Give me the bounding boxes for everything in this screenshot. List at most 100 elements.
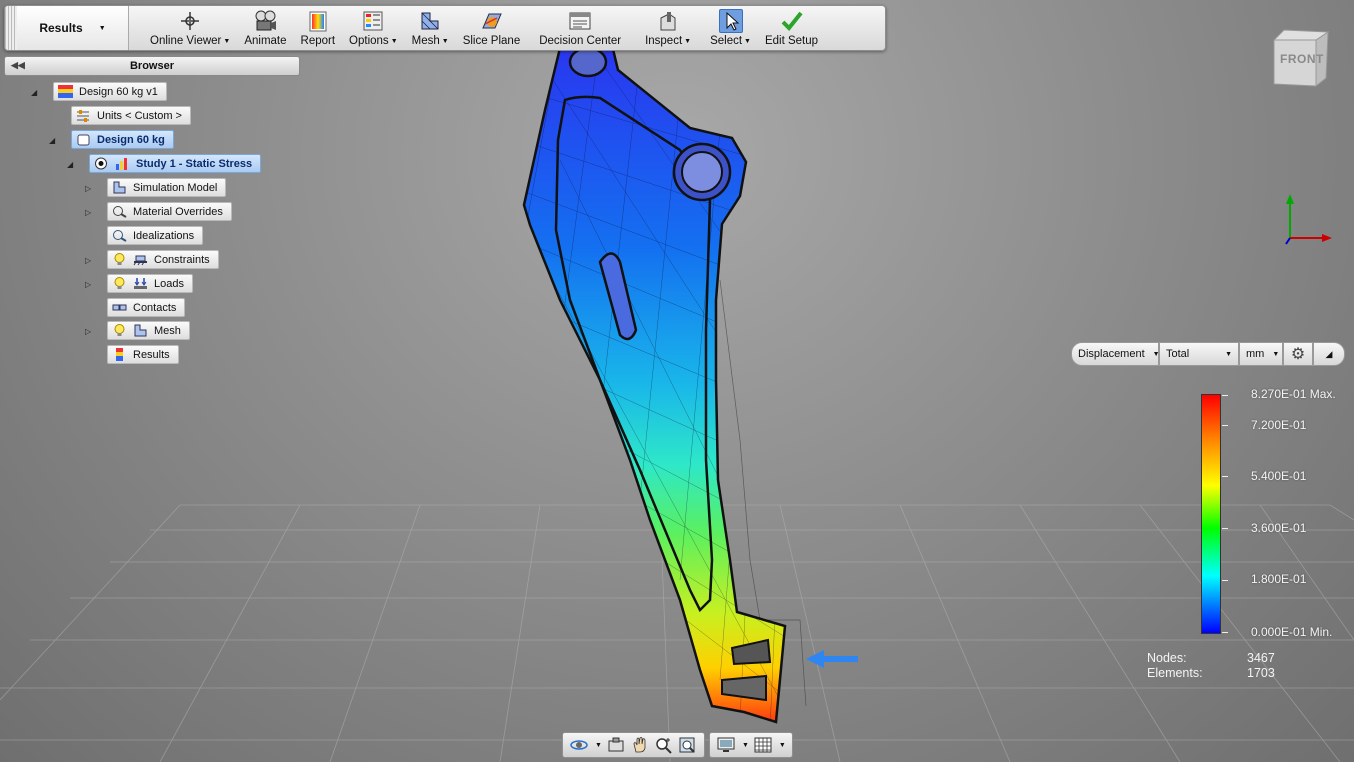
mesh-button[interactable]: Mesh ▼ [405,6,456,50]
lightbulb-icon[interactable] [112,324,127,337]
tree-node-component[interactable]: Design 60 kg [71,130,174,149]
slice-plane-button[interactable]: Slice Plane [456,6,528,50]
results-colorbar-icon [58,85,73,98]
chevron-down-icon: ▼ [1225,350,1232,358]
tree-node-units[interactable]: Units < Custom > [71,106,191,125]
collapse-toggle[interactable]: ◢ [31,88,37,97]
tree-node-mesh[interactable]: Mesh [107,321,190,340]
look-at-icon[interactable] [606,736,626,754]
ribbon-toolbar: Results ▼ Online Viewer ▼ Animate Report … [4,5,886,51]
animate-icon [253,9,277,33]
legend-tick-label: 7.200E-01 [1251,418,1307,432]
chevron-down-icon[interactable]: ▼ [779,742,786,749]
inspect-button[interactable]: Inspect ▼ [633,6,703,50]
collapse-toggle[interactable]: ◢ [49,136,55,145]
legend-color-bar [1201,394,1221,634]
elements-value: 1703 [1247,666,1275,680]
component-box-icon [76,133,91,146]
options-icon [361,9,385,33]
contacts-icon [112,301,127,314]
decision-center-button[interactable]: Decision Center [527,6,633,50]
browser-header[interactable]: ◀◀ Browser [4,56,300,76]
online-viewer-icon [178,9,202,33]
results-colorbar-icon [112,348,127,361]
lightbulb-icon[interactable] [112,253,127,266]
report-button[interactable]: Report [294,6,343,50]
nodes-label: Nodes: [1147,651,1187,665]
tree-node-material-overrides[interactable]: Material Overrides [107,202,232,221]
browser-title: Browser [129,60,175,72]
workspace-menu[interactable]: Results ▼ [17,6,129,50]
expand-toggle[interactable]: ▷ [85,280,91,289]
units-icon [76,109,91,122]
viewcube[interactable]: FRONT [1268,28,1332,88]
decision-center-icon [568,9,592,33]
tree-node-constraints[interactable]: Constraints [107,250,219,269]
legend-tick-label: 5.400E-01 [1251,469,1307,483]
collapse-toggle[interactable]: ◢ [67,160,73,169]
tree-node-design[interactable]: Design 60 kg v1 [53,82,167,101]
animate-button[interactable]: Animate [237,6,293,50]
viewcube-face-label: FRONT [1280,52,1324,66]
active-radio-icon[interactable] [94,157,109,170]
tree-node-results[interactable]: Results [107,345,179,364]
legend-collapse-button[interactable]: ◢ [1313,342,1345,366]
online-viewer-button[interactable]: Online Viewer ▼ [143,6,237,50]
zoom-icon[interactable] [654,736,674,754]
constraints-icon [133,253,148,266]
mesh-statistics: Nodes: 3467 Elements: 1703 [1147,651,1275,681]
load-arrow [806,650,858,668]
tree-node-simulation-model[interactable]: Simulation Model [107,178,227,197]
legend-max-label: 8.270E-01 Max. [1251,387,1336,401]
select-cursor-icon [718,9,743,33]
mesh-icon [418,9,442,33]
loads-icon [133,277,148,290]
grid-icon[interactable] [753,736,773,754]
model-viewport[interactable] [0,0,1354,762]
legend-settings-button[interactable]: ⚙ [1283,342,1313,366]
pan-hand-icon[interactable] [630,736,650,754]
expand-toggle[interactable]: ▷ [85,184,91,193]
checkmark-icon [780,9,804,33]
edit-setup-button[interactable]: Edit Setup [758,6,825,50]
ribbon-grip[interactable] [5,6,17,50]
expand-toggle[interactable]: ▷ [85,256,91,265]
result-component-dropdown[interactable]: Total ▼ [1159,342,1239,366]
legend-tick-label: 1.800E-01 [1251,572,1307,586]
legend-toolbar: Displacement ▼ Total ▼ mm ▼ ⚙ ◢ [1071,342,1345,366]
navigation-bar: ▼ ▼ ▼ [562,732,793,758]
lightbulb-icon[interactable] [112,277,127,290]
workspace-label: Results [39,21,83,35]
select-button[interactable]: Select ▼ [703,6,758,50]
idealizations-icon [112,229,127,242]
slice-plane-icon [479,9,503,33]
expand-toggle[interactable]: ▷ [85,208,91,217]
navigation-tools-group: ▼ [562,732,705,758]
legend-min-label: 0.000E-01 Min. [1251,625,1333,639]
gear-icon: ⚙ [1290,346,1306,363]
tree-node-idealizations[interactable]: Idealizations [107,226,204,245]
chevron-down-icon[interactable]: ▼ [742,742,749,749]
inspect-icon [656,9,680,33]
expand-toggle[interactable]: ▷ [85,327,91,336]
display-settings-icon[interactable] [716,736,736,754]
collapse-corner-icon: ◢ [1325,348,1333,359]
material-overrides-icon [112,205,127,218]
orbit-icon[interactable] [569,736,589,754]
chevron-down-icon: ▼ [1272,350,1280,358]
tree-node-study[interactable]: Study 1 - Static Stress [89,154,262,173]
result-type-dropdown[interactable]: Displacement ▼ [1071,342,1160,366]
legend-tick-label: 3.600E-01 [1251,521,1307,535]
chevron-down-icon[interactable]: ▼ [595,742,602,749]
zoom-window-icon[interactable] [678,736,698,754]
tree-node-contacts[interactable]: Contacts [107,298,186,317]
nodes-value: 3467 [1247,651,1275,665]
display-settings-group: ▼ ▼ [708,732,793,758]
unit-dropdown[interactable]: mm ▼ [1239,342,1283,366]
collapse-panel-icon[interactable]: ◀◀ [11,60,25,71]
static-stress-icon [115,157,130,170]
options-button[interactable]: Options ▼ [342,6,405,50]
simulation-model-icon [112,181,127,194]
elements-label: Elements: [1147,666,1203,680]
tree-node-loads[interactable]: Loads [107,274,193,293]
